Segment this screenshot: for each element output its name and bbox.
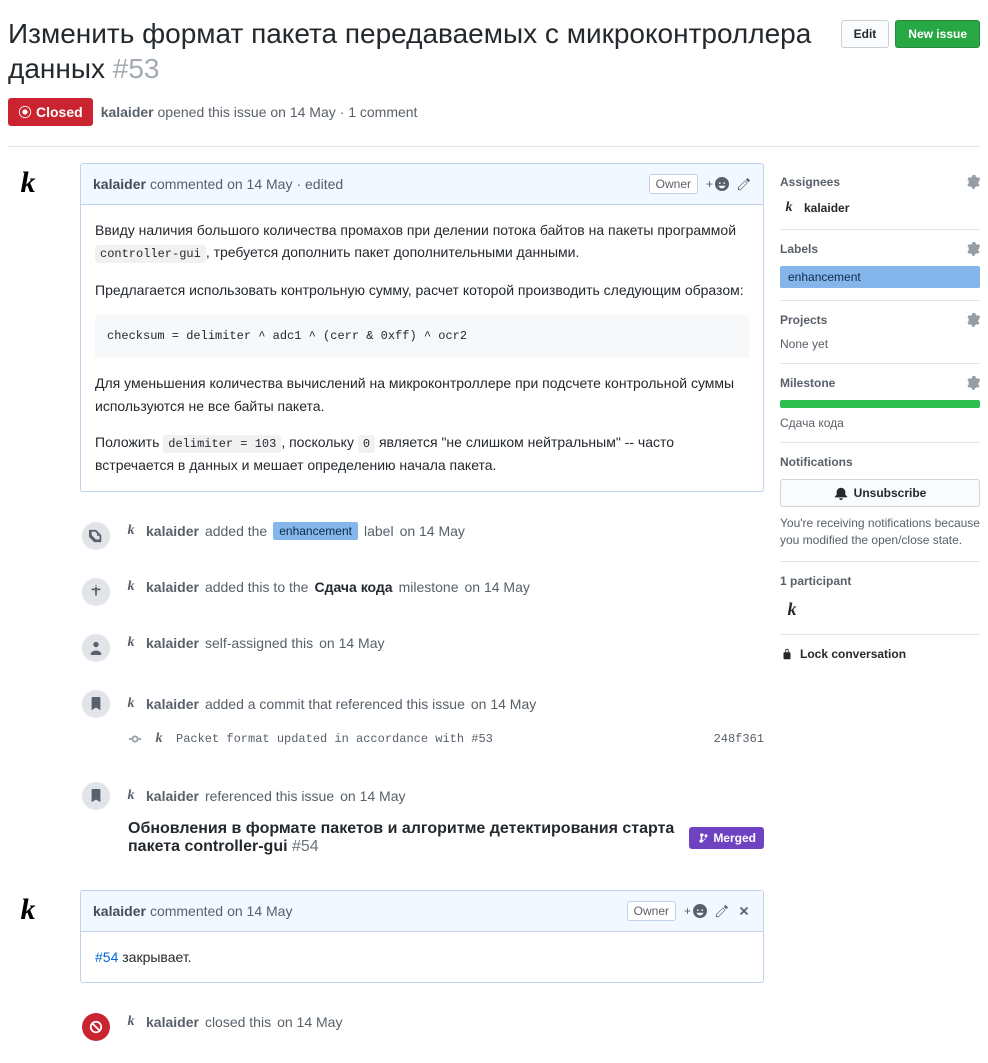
timeline-author[interactable]: kalaider	[146, 579, 199, 595]
participants-heading: 1 participant	[780, 574, 851, 588]
add-reaction-button[interactable]: +	[706, 177, 729, 191]
avatar[interactable]: k	[122, 522, 140, 540]
referenced-issue-link[interactable]: Обновления в формате пакетов и алгоритме…	[128, 820, 681, 856]
avatar[interactable]: k	[122, 634, 140, 652]
gear-icon[interactable]	[966, 242, 980, 256]
issue-link[interactable]: #54	[95, 949, 118, 965]
milestone-icon	[82, 578, 110, 606]
milestone-progress	[780, 400, 980, 408]
projects-heading: Projects	[780, 313, 827, 327]
timeline-author[interactable]: kalaider	[146, 635, 199, 651]
issue-number: #53	[113, 53, 160, 84]
merged-badge: Merged	[689, 827, 764, 849]
code-block: checksum = delimiter ^ adc1 ^ (cerr & 0x…	[95, 315, 749, 358]
add-reaction-button[interactable]: +	[684, 904, 707, 918]
avatar[interactable]: k	[150, 730, 168, 748]
issue-title: Изменить формат пакета передаваемых с ми…	[8, 16, 841, 86]
pencil-icon[interactable]	[715, 904, 729, 918]
comment-author[interactable]: kalaider	[93, 903, 146, 919]
comment-date[interactable]: on 14 May	[227, 903, 292, 919]
avatar[interactable]: k	[8, 890, 48, 930]
gear-icon[interactable]	[966, 376, 980, 390]
notifications-note: You're receiving notifications because y…	[780, 515, 980, 549]
avatar[interactable]: k	[122, 1013, 140, 1031]
commit-message[interactable]: Packet format updated in accordance with…	[176, 732, 493, 746]
close-icon[interactable]	[737, 904, 751, 918]
person-icon	[82, 634, 110, 662]
commit-sha[interactable]: 248f361	[714, 732, 764, 746]
milestone-heading: Milestone	[780, 376, 835, 390]
assignees-heading: Assignees	[780, 175, 840, 189]
commit-icon	[128, 732, 142, 746]
unsubscribe-button[interactable]: Unsubscribe	[780, 479, 980, 507]
comment-author[interactable]: kalaider	[93, 176, 146, 192]
labels-heading: Labels	[780, 242, 818, 256]
gear-icon[interactable]	[966, 313, 980, 327]
comment: kalaider commented on 14 May Owner + #54…	[80, 890, 764, 983]
timeline-author[interactable]: kalaider	[146, 696, 199, 712]
owner-badge: Owner	[627, 901, 676, 921]
opener-author[interactable]: kalaider	[101, 104, 154, 120]
projects-none: None yet	[780, 337, 980, 351]
avatar[interactable]: k	[122, 787, 140, 805]
gear-icon[interactable]	[966, 175, 980, 189]
label-chip[interactable]: enhancement	[780, 266, 980, 288]
timeline-author[interactable]: kalaider	[146, 788, 199, 804]
notifications-heading: Notifications	[780, 455, 853, 469]
tag-icon	[82, 522, 110, 550]
pencil-icon[interactable]	[737, 177, 751, 191]
avatar[interactable]: k	[780, 598, 804, 622]
bookmark-icon	[82, 690, 110, 718]
label-chip[interactable]: enhancement	[273, 522, 358, 540]
avatar[interactable]: k	[8, 163, 48, 203]
closed-icon	[82, 1013, 110, 1041]
edit-button[interactable]: Edit	[841, 20, 890, 48]
lock-conversation-button[interactable]: Lock conversation	[780, 635, 980, 673]
new-issue-button[interactable]: New issue	[895, 20, 980, 48]
avatar[interactable]: k	[122, 695, 140, 713]
assignee-row[interactable]: k kalaider	[780, 199, 980, 217]
state-badge: Closed	[8, 98, 93, 126]
timeline-author[interactable]: kalaider	[146, 523, 199, 539]
avatar[interactable]: k	[122, 578, 140, 596]
comment-date[interactable]: on 14 May	[227, 176, 292, 192]
milestone-link[interactable]: Сдача кода	[780, 416, 980, 430]
milestone-link[interactable]: Сдача кода	[314, 579, 392, 595]
timeline-author[interactable]: kalaider	[146, 1014, 199, 1030]
bookmark-icon	[82, 782, 110, 810]
owner-badge: Owner	[649, 174, 698, 194]
comment: kalaider commented on 14 May · edited Ow…	[80, 163, 764, 492]
